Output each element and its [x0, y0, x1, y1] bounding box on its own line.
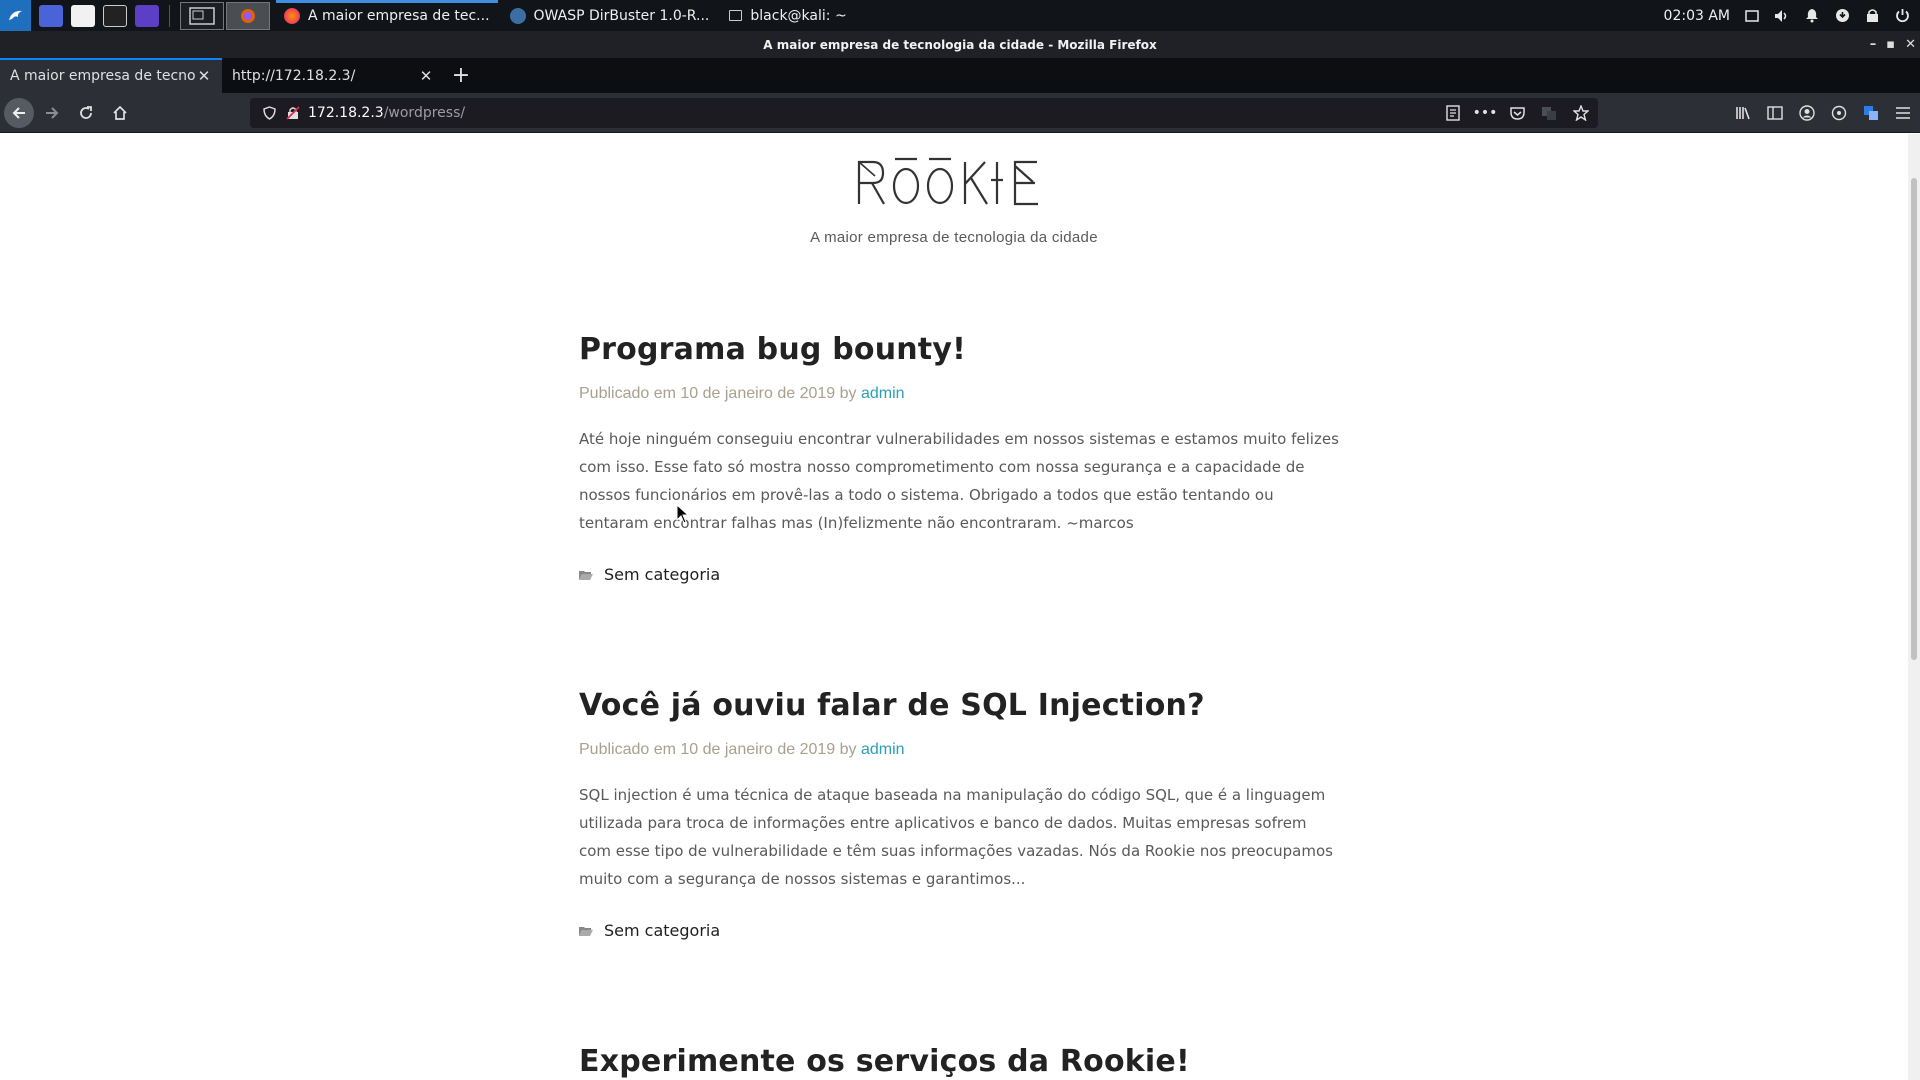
- maximize-icon[interactable]: ▪: [1886, 37, 1895, 52]
- tab-strip: A maior empresa de tecnolo ✕ http://172.…: [0, 58, 1920, 93]
- forward-arrow-icon: [46, 106, 59, 119]
- post-article: Programa bug bounty! Publicado em 10 de …: [579, 332, 1339, 584]
- workspace-switcher-icon[interactable]: [39, 4, 63, 27]
- tab-label: A maior empresa de tecnolo: [10, 67, 196, 84]
- shield-icon[interactable]: [260, 104, 278, 122]
- close-tab-icon[interactable]: ✕: [196, 67, 212, 85]
- reader-view-icon[interactable]: [1444, 104, 1462, 122]
- post-date[interactable]: Publicado em 10 de janeiro de 2019 by: [579, 741, 857, 758]
- site-tagline: A maior empresa de tecnologia da cidade: [810, 229, 1098, 246]
- task-label: A maior empresa de tec...: [308, 7, 490, 24]
- workspace-2-icon[interactable]: [226, 1, 270, 30]
- hamburger-menu-icon[interactable]: [1894, 104, 1912, 122]
- pocket-icon[interactable]: [1508, 104, 1526, 122]
- site-logo[interactable]: [855, 152, 1055, 212]
- reload-button[interactable]: [70, 97, 102, 129]
- post-author-link[interactable]: admin: [861, 741, 905, 758]
- terminal-launcher-icon[interactable]: [103, 4, 127, 27]
- task-dirbuster[interactable]: OWASP DirBuster 1.0-R...: [502, 0, 718, 31]
- extension-icon[interactable]: [1830, 104, 1848, 122]
- post-article: Experimente os serviços da Rookie!: [579, 1044, 1339, 1079]
- forward-button[interactable]: [36, 97, 68, 129]
- account-icon[interactable]: [1798, 104, 1816, 122]
- sidebar-icon[interactable]: [1766, 104, 1784, 122]
- post-category: Sem categoria: [579, 565, 1339, 584]
- folder-icon: [579, 926, 593, 936]
- minimize-icon[interactable]: –: [1870, 37, 1877, 52]
- post-title[interactable]: Você já ouviu falar de SQL Injection?: [579, 688, 1339, 723]
- power-icon[interactable]: [1894, 8, 1910, 24]
- terminal-icon: [729, 10, 743, 21]
- url-bar[interactable]: 172.18.2.3/wordpress/ •••: [250, 98, 1598, 128]
- library-icon[interactable]: [1734, 104, 1752, 122]
- post-article: Você já ouviu falar de SQL Injection? Pu…: [579, 688, 1339, 940]
- taskbar-separator: [169, 4, 170, 27]
- volume-icon[interactable]: [1774, 8, 1790, 24]
- file-manager-icon[interactable]: [71, 4, 95, 27]
- tab-label: http://172.18.2.3/: [232, 67, 356, 84]
- clock[interactable]: 02:03 AM: [1664, 8, 1730, 24]
- tab-active[interactable]: A maior empresa de tecnolo ✕: [0, 58, 222, 93]
- task-terminal[interactable]: black@kali: ~: [721, 0, 854, 31]
- page-actions-icon[interactable]: •••: [1473, 104, 1498, 122]
- web-page: A maior empresa de tecnologia da cidade …: [0, 134, 1920, 1080]
- dirbuster-icon: [509, 7, 526, 24]
- app-launcher-icon[interactable]: [135, 4, 159, 27]
- network-icon[interactable]: [1834, 8, 1850, 24]
- task-firefox[interactable]: A maior empresa de tec...: [276, 0, 498, 31]
- window-titlebar[interactable]: A maior empresa de tecnologia da cidade …: [0, 31, 1920, 58]
- navigation-toolbar: 172.18.2.3/wordpress/ •••: [0, 93, 1920, 133]
- bookmark-star-icon[interactable]: [1572, 104, 1590, 122]
- back-arrow-icon: [12, 106, 25, 119]
- translate-extension-icon[interactable]: [1862, 104, 1880, 122]
- post-meta: Publicado em 10 de janeiro de 2019 by ad…: [579, 741, 1339, 759]
- insecure-lock-icon[interactable]: [284, 104, 302, 122]
- tab-second[interactable]: http://172.18.2.3/ ✕: [222, 58, 444, 93]
- post-category: Sem categoria: [579, 921, 1339, 940]
- page-scrollbar[interactable]: [1908, 134, 1920, 1080]
- close-window-icon[interactable]: ✕: [1905, 37, 1916, 52]
- mouse-cursor-icon: [676, 504, 690, 524]
- firefox-icon: [284, 7, 300, 24]
- post-title[interactable]: Programa bug bounty!: [579, 332, 1339, 367]
- reload-icon: [80, 105, 92, 119]
- post-author-link[interactable]: admin: [861, 385, 905, 402]
- new-tab-button[interactable]: +: [444, 58, 478, 93]
- post-title[interactable]: Experimente os serviços da Rookie!: [579, 1044, 1339, 1079]
- translate-icon[interactable]: [1540, 104, 1558, 122]
- scrollbar-thumb[interactable]: [1911, 178, 1917, 660]
- post-meta: Publicado em 10 de janeiro de 2019 by ad…: [579, 385, 1339, 403]
- desktop-taskbar: A maior empresa de tec... OWASP DirBuste…: [0, 0, 1920, 31]
- url-host: 172.18.2.3: [308, 105, 384, 121]
- post-date[interactable]: Publicado em 10 de janeiro de 2019 by: [579, 385, 857, 402]
- folder-icon: [579, 570, 593, 580]
- home-button[interactable]: [104, 97, 136, 129]
- home-icon: [113, 105, 127, 120]
- task-label: black@kali: ~: [750, 7, 847, 24]
- post-excerpt: Até hoje ninguém conseguiu encontrar vul…: [579, 430, 1339, 532]
- category-link[interactable]: Sem categoria: [604, 565, 720, 584]
- lock-icon[interactable]: [1864, 8, 1880, 24]
- kali-menu-icon[interactable]: [0, 0, 31, 31]
- category-link[interactable]: Sem categoria: [604, 921, 720, 940]
- workspace-1-icon[interactable]: [180, 1, 224, 30]
- notification-bell-icon[interactable]: [1804, 8, 1820, 24]
- back-button[interactable]: [4, 97, 34, 128]
- screen-icon[interactable]: [1744, 8, 1760, 24]
- window-title: A maior empresa de tecnologia da cidade …: [763, 37, 1157, 52]
- url-path: /wordpress/: [383, 105, 466, 121]
- close-tab-icon[interactable]: ✕: [418, 67, 434, 85]
- post-excerpt: SQL injection é uma técnica de ataque ba…: [579, 786, 1333, 888]
- task-label: OWASP DirBuster 1.0-R...: [533, 7, 710, 24]
